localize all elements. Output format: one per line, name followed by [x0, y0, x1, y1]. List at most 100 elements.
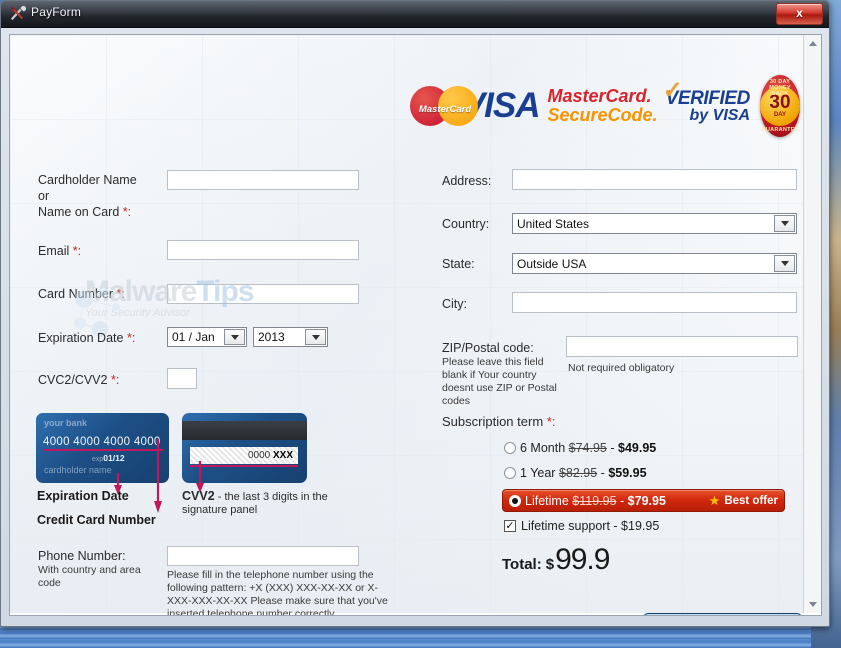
country-select[interactable]: United States	[512, 213, 797, 234]
expiration-label-text: Expiration Date	[38, 331, 124, 345]
option-lifetime-name: Lifetime	[525, 493, 569, 508]
check-icon: ✓	[662, 76, 683, 104]
buy-now-button[interactable]: Buy Now	[643, 613, 802, 615]
guarantee-day: DAY	[773, 111, 787, 118]
radio-icon[interactable]	[504, 442, 516, 454]
option-6-month-price: $49.95	[618, 441, 657, 455]
expiration-required-mark: *:	[126, 331, 136, 345]
card-front-underline	[43, 449, 163, 451]
option-6-month-old-price: $74.95	[568, 441, 607, 455]
chevron-down-icon[interactable]	[305, 329, 326, 345]
card-front-exp-prefix: exp	[92, 456, 104, 463]
card-front-number: 4000 4000 4000 4000	[43, 436, 161, 448]
chevron-down-icon[interactable]	[774, 255, 795, 272]
caption-cvv2-bold: CVV2	[182, 489, 215, 503]
cvc-label: CVC2/CVV2 *:	[38, 372, 119, 388]
total-label: Total:	[502, 556, 542, 573]
card-number-label-text: Card Number	[38, 287, 114, 301]
cardholder-label-line1: Cardholder Name	[38, 173, 137, 187]
lifetime-support-checkbox-row[interactable]: ✓ Lifetime support - $19.95	[504, 519, 659, 533]
email-input[interactable]	[167, 240, 359, 260]
email-label-text: Email	[38, 244, 70, 258]
card-number-input[interactable]	[167, 284, 359, 304]
subscription-option-6-month[interactable]: 6 Month $74.95 - $49.95	[504, 441, 656, 455]
option-6-month-dash: -	[610, 441, 615, 455]
option-lifetime-old-price: $119.95	[572, 493, 617, 508]
total-amount: Total: $ 99.9	[502, 543, 610, 577]
cardholder-name-input[interactable]	[167, 170, 359, 190]
securecode-line1: MasterCard.	[547, 86, 652, 107]
card-number-label: Card Number *:	[38, 286, 125, 302]
card-back-cvv-digits: 0000	[247, 450, 271, 461]
option-1-year-name: 1 Year	[520, 466, 556, 480]
phone-number-input[interactable]	[167, 546, 359, 566]
card-front-exp-value: 01/12	[103, 453, 125, 463]
zip-input[interactable]	[566, 336, 798, 357]
card-magnetic-stripe	[182, 421, 307, 440]
phone-number-label: Phone Number:	[38, 549, 126, 563]
mastercard-logo: MasterCard	[410, 83, 478, 129]
scroll-down-button[interactable]	[804, 596, 821, 613]
zip-label: ZIP/Postal code:	[442, 341, 534, 355]
card-front-expiration: exp01/12	[92, 453, 125, 463]
card-back-cvv-xxx: XXX	[272, 450, 293, 461]
chevron-down-icon[interactable]	[224, 329, 245, 345]
option-lifetime-dash: -	[620, 493, 625, 508]
chevron-down-icon[interactable]	[774, 215, 795, 232]
card-number-required-mark: *:	[116, 287, 125, 301]
expiration-month-value: 01 / Jan	[172, 330, 215, 344]
tools-icon	[10, 5, 27, 21]
cardholder-required-mark: *:	[122, 205, 132, 219]
vertical-scrollbar[interactable]	[803, 35, 821, 613]
total-value: 99.9	[555, 543, 610, 576]
subscription-heading-text: Subscription term	[442, 414, 544, 429]
card-signature-panel: 0000 XXX	[190, 447, 298, 464]
expiration-year-select[interactable]: 2013	[253, 327, 328, 347]
securecode-line2: SecureCode.	[547, 105, 658, 125]
email-label: Email *:	[38, 243, 81, 259]
radio-icon-selected[interactable]	[509, 494, 521, 507]
radio-icon[interactable]	[504, 467, 516, 479]
cardholder-name-label: Cardholder Name or Name on Card *:	[38, 172, 168, 220]
window-title: PayForm	[31, 5, 82, 19]
option-lifetime-price: $79.95	[627, 493, 666, 508]
address-input[interactable]	[512, 169, 797, 190]
lifetime-support-label: Lifetime support - $19.95	[521, 519, 660, 533]
watermark-sub: Your Security Advisor	[85, 307, 190, 319]
card-front-bank: your bank	[44, 418, 88, 428]
subscription-required-mark: *:	[546, 414, 556, 429]
state-label: State:	[442, 257, 475, 271]
payment-logos: MasterCard VISA MasterCard. SecureCode. …	[410, 75, 800, 137]
card-back-illustration: 0000 XXX	[182, 413, 307, 483]
card-front-holder: cardholder name	[44, 465, 112, 475]
best-offer-badge: Best offer	[724, 494, 778, 507]
checkbox-icon[interactable]: ✓	[504, 520, 516, 532]
payment-page: MasterCard VISA MasterCard. SecureCode. …	[10, 35, 804, 615]
cardholder-label-line3: Name on Card	[38, 205, 120, 219]
subscription-option-1-year[interactable]: 1 Year $82.95 - $59.95	[504, 466, 647, 480]
zip-note: Not required obligatory	[568, 362, 675, 374]
option-1-year-old-price: $82.95	[558, 466, 598, 480]
caption-expiration-date: Expiration Date	[37, 489, 129, 503]
subscription-option-lifetime[interactable]: Lifetime $119.95 - $79.95 ★ Best offer	[502, 489, 785, 512]
cvc-input[interactable]	[167, 368, 197, 389]
state-select[interactable]: Outside USA	[512, 253, 797, 274]
verified-line2: by VISA	[689, 106, 750, 124]
close-button[interactable]: x	[776, 3, 823, 25]
option-1-year-dash: -	[600, 466, 605, 480]
card-back-cvv: 0000 XXX	[248, 450, 293, 461]
caption-cvv2: CVV2 - the last 3 digits in the signatur…	[182, 490, 357, 517]
address-label: Address:	[442, 174, 492, 188]
caption-credit-card-number: Credit Card Number	[37, 513, 156, 527]
option-1-year-price: $59.95	[608, 466, 647, 480]
expiration-month-select[interactable]: 01 / Jan	[167, 327, 247, 347]
country-label: Country:	[442, 217, 490, 231]
card-back-underline	[190, 465, 298, 467]
scroll-up-button[interactable]	[804, 35, 821, 52]
city-input[interactable]	[512, 292, 797, 313]
verified-by-visa-logo: ✓ VERIFIED by VISA	[663, 78, 751, 124]
guarantee-top-text: 30 DAY MONEY BACK	[769, 79, 791, 97]
cvc-label-text: CVC2/CVV2	[38, 373, 108, 387]
country-value: United States	[517, 216, 590, 231]
guarantee-number: 30	[769, 92, 791, 114]
